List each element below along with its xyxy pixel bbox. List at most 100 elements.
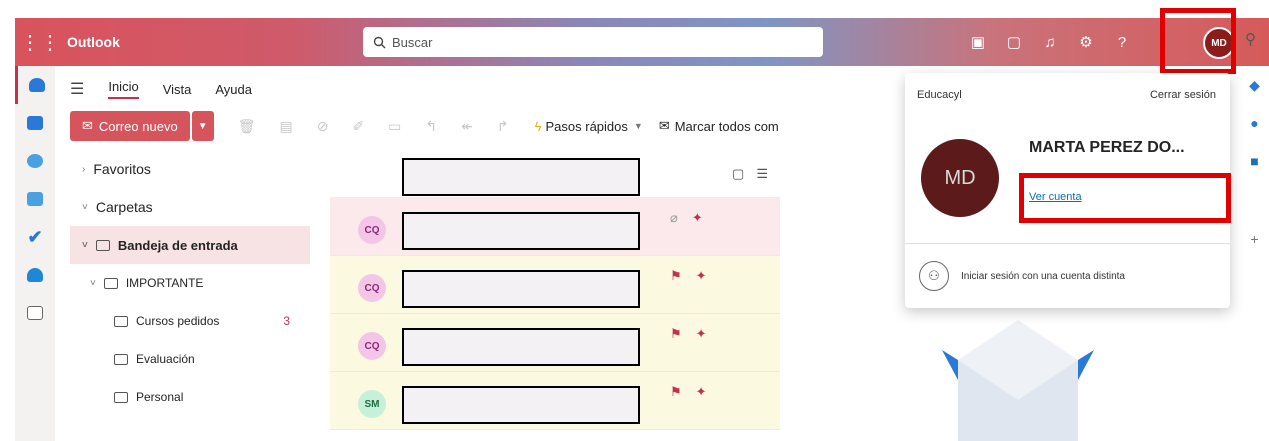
rail-todo[interactable]: ✔ (15, 218, 55, 256)
app-launcher-icon[interactable]: ⋮⋮ (15, 18, 65, 66)
new-mail-label: Correo nuevo (98, 118, 178, 134)
sender-avatar: SM (358, 390, 386, 418)
todo-addin-icon[interactable]: ◆ (1240, 66, 1269, 104)
chevron-down-icon: ▼ (633, 121, 643, 131)
reply-icon[interactable]: ↰ (425, 118, 437, 135)
account-popup: Educacyl Cerrar sesión MD MARTA PEREZ DO… (905, 73, 1231, 308)
quick-steps-button[interactable]: ϟ Pasos rápidos ▼ (535, 119, 643, 134)
teams-icon[interactable]: ▣ (960, 18, 996, 66)
folder-cursos-pedidos[interactable]: Cursos pedidos 3 (70, 302, 310, 340)
folder-evaluacion[interactable]: Evaluación (70, 340, 310, 378)
app-title[interactable]: Outlook (67, 34, 120, 50)
search-input[interactable]: Buscar (392, 35, 432, 50)
message-item[interactable]: CQ ⚑ ✦ (330, 256, 780, 314)
right-rail: ◆ ● ■ + (1240, 66, 1269, 441)
folder-importante[interactable]: ˅ IMPORTANTE (70, 264, 310, 302)
inbox-icon (95, 239, 110, 251)
reply-all-icon[interactable]: ↞ (461, 118, 473, 135)
bell-icon[interactable]: ♫ (1032, 18, 1068, 66)
groups-icon (27, 192, 43, 206)
profile-avatar[interactable]: MD (921, 139, 999, 217)
sender-avatar: CQ (358, 274, 386, 302)
tab-ayuda[interactable]: Ayuda (215, 82, 252, 97)
envelope-icon: ✉ (82, 118, 93, 133)
rail-calendar[interactable] (15, 104, 55, 142)
user-name: MARTA PEREZ DO... (1029, 139, 1185, 156)
folder-favorites[interactable]: › Favoritos (70, 150, 310, 188)
folder-label: Cursos pedidos (136, 314, 220, 328)
outlook-addin-icon[interactable]: ■ (1240, 142, 1269, 180)
folder-personal[interactable]: Personal (70, 378, 310, 416)
move-icon[interactable]: ▭ (388, 118, 401, 135)
people-icon (27, 154, 43, 168)
pin-icon[interactable]: ✦ (696, 268, 707, 284)
help-icon[interactable]: ? (1104, 18, 1140, 66)
mail-icon (28, 78, 45, 92)
flag-icon[interactable]: ⚑ (670, 268, 682, 284)
pin-icon[interactable]: ✦ (696, 384, 707, 400)
delete-icon[interactable]: 🗑 (238, 118, 256, 135)
archive-icon[interactable]: ▤ (279, 118, 292, 135)
hamburger-menu-icon[interactable]: ☰ (70, 79, 84, 99)
lightning-icon: ϟ (534, 118, 542, 134)
folder-icon (114, 391, 128, 403)
chevron-down-icon: ˅ (90, 277, 96, 289)
add-person-icon: ⚇ (919, 261, 949, 291)
new-mail-dropdown[interactable]: ▼ (191, 111, 214, 141)
empty-reading-pane-illustration (942, 320, 1094, 441)
gear-icon[interactable]: ⚙ (1068, 18, 1104, 66)
calendar-icon (27, 116, 43, 130)
organization-label: Educacyl (917, 89, 962, 101)
highlight-box-avatar (1160, 8, 1236, 74)
cloud-icon (27, 268, 43, 282)
mark-all-read-button[interactable]: ✉ Marcar todos com (659, 118, 779, 134)
far-right-search-icon[interactable]: ⚲ (1245, 30, 1256, 48)
search-box[interactable]: Buscar (363, 27, 823, 57)
folder-label: Personal (136, 390, 184, 404)
ribbon-toolbar: ✉ Correo nuevo ▼ 🗑 ▤ ⊘ ✐ ▭ ↰ ↞ ↱ ϟ Pasos… (70, 110, 779, 142)
filter-icon[interactable]: ☰ (756, 166, 768, 182)
rail-onedrive[interactable] (15, 256, 55, 294)
envelope-open-icon: ✉ (658, 118, 670, 133)
add-icon[interactable]: + (1240, 220, 1269, 258)
new-mail-button[interactable]: ✉ Correo nuevo (70, 111, 190, 141)
folder-icon (114, 353, 128, 365)
pin-icon[interactable]: ✦ (692, 210, 703, 226)
flag-icon[interactable]: ⚑ (670, 384, 682, 400)
tab-inicio[interactable]: Inicio (108, 79, 139, 99)
folder-icon (103, 277, 118, 289)
message-item[interactable]: CQ ⌀ ✦ (330, 198, 780, 256)
tab-vista[interactable]: Vista (163, 82, 192, 97)
sweep-icon[interactable]: ✐ (352, 118, 364, 135)
forward-icon[interactable]: ↱ (497, 118, 509, 135)
divider (905, 243, 1230, 244)
folder-label: Evaluación (136, 352, 195, 366)
ribbon-tabs: ☰ Inicio Vista Ayuda (70, 76, 252, 102)
folder-label: IMPORTANTE (125, 276, 204, 290)
sign-out-link[interactable]: Cerrar sesión (1150, 89, 1216, 101)
sign-in-other-account-button[interactable]: ⚇ Iniciar sesión con una cuenta distinta (919, 261, 1125, 291)
report-icon[interactable]: ⊘ (317, 118, 329, 135)
redacted-box (402, 158, 640, 196)
office-addin-icon[interactable]: ● (1240, 104, 1269, 142)
rail-people[interactable] (15, 142, 55, 180)
redacted-box (402, 212, 640, 250)
folder-icon (114, 315, 128, 327)
notes-icon[interactable]: ▢ (996, 18, 1032, 66)
folder-inbox[interactable]: ˅ Bandeja de entrada (70, 226, 310, 264)
folder-carpetas[interactable]: ˅ Carpetas (70, 188, 310, 226)
rail-mail[interactable] (15, 66, 55, 104)
flag-icon[interactable]: ⚑ (670, 326, 682, 342)
redacted-box (402, 386, 640, 424)
other-account-label: Iniciar sesión con una cuenta distinta (961, 270, 1125, 282)
folder-label: Carpetas (95, 199, 153, 215)
rail-apps[interactable] (15, 294, 55, 332)
message-item[interactable]: SM ⚑ ✦ (330, 372, 780, 430)
apps-grid-icon (27, 306, 43, 320)
pin-icon[interactable]: ✦ (696, 326, 707, 342)
chevron-down-icon: ˅ (82, 239, 88, 251)
select-mode-icon[interactable]: ▢ (732, 166, 744, 182)
rail-groups[interactable] (15, 180, 55, 218)
sender-avatar: CQ (358, 216, 386, 244)
message-item[interactable]: CQ ⚑ ✦ (330, 314, 780, 372)
